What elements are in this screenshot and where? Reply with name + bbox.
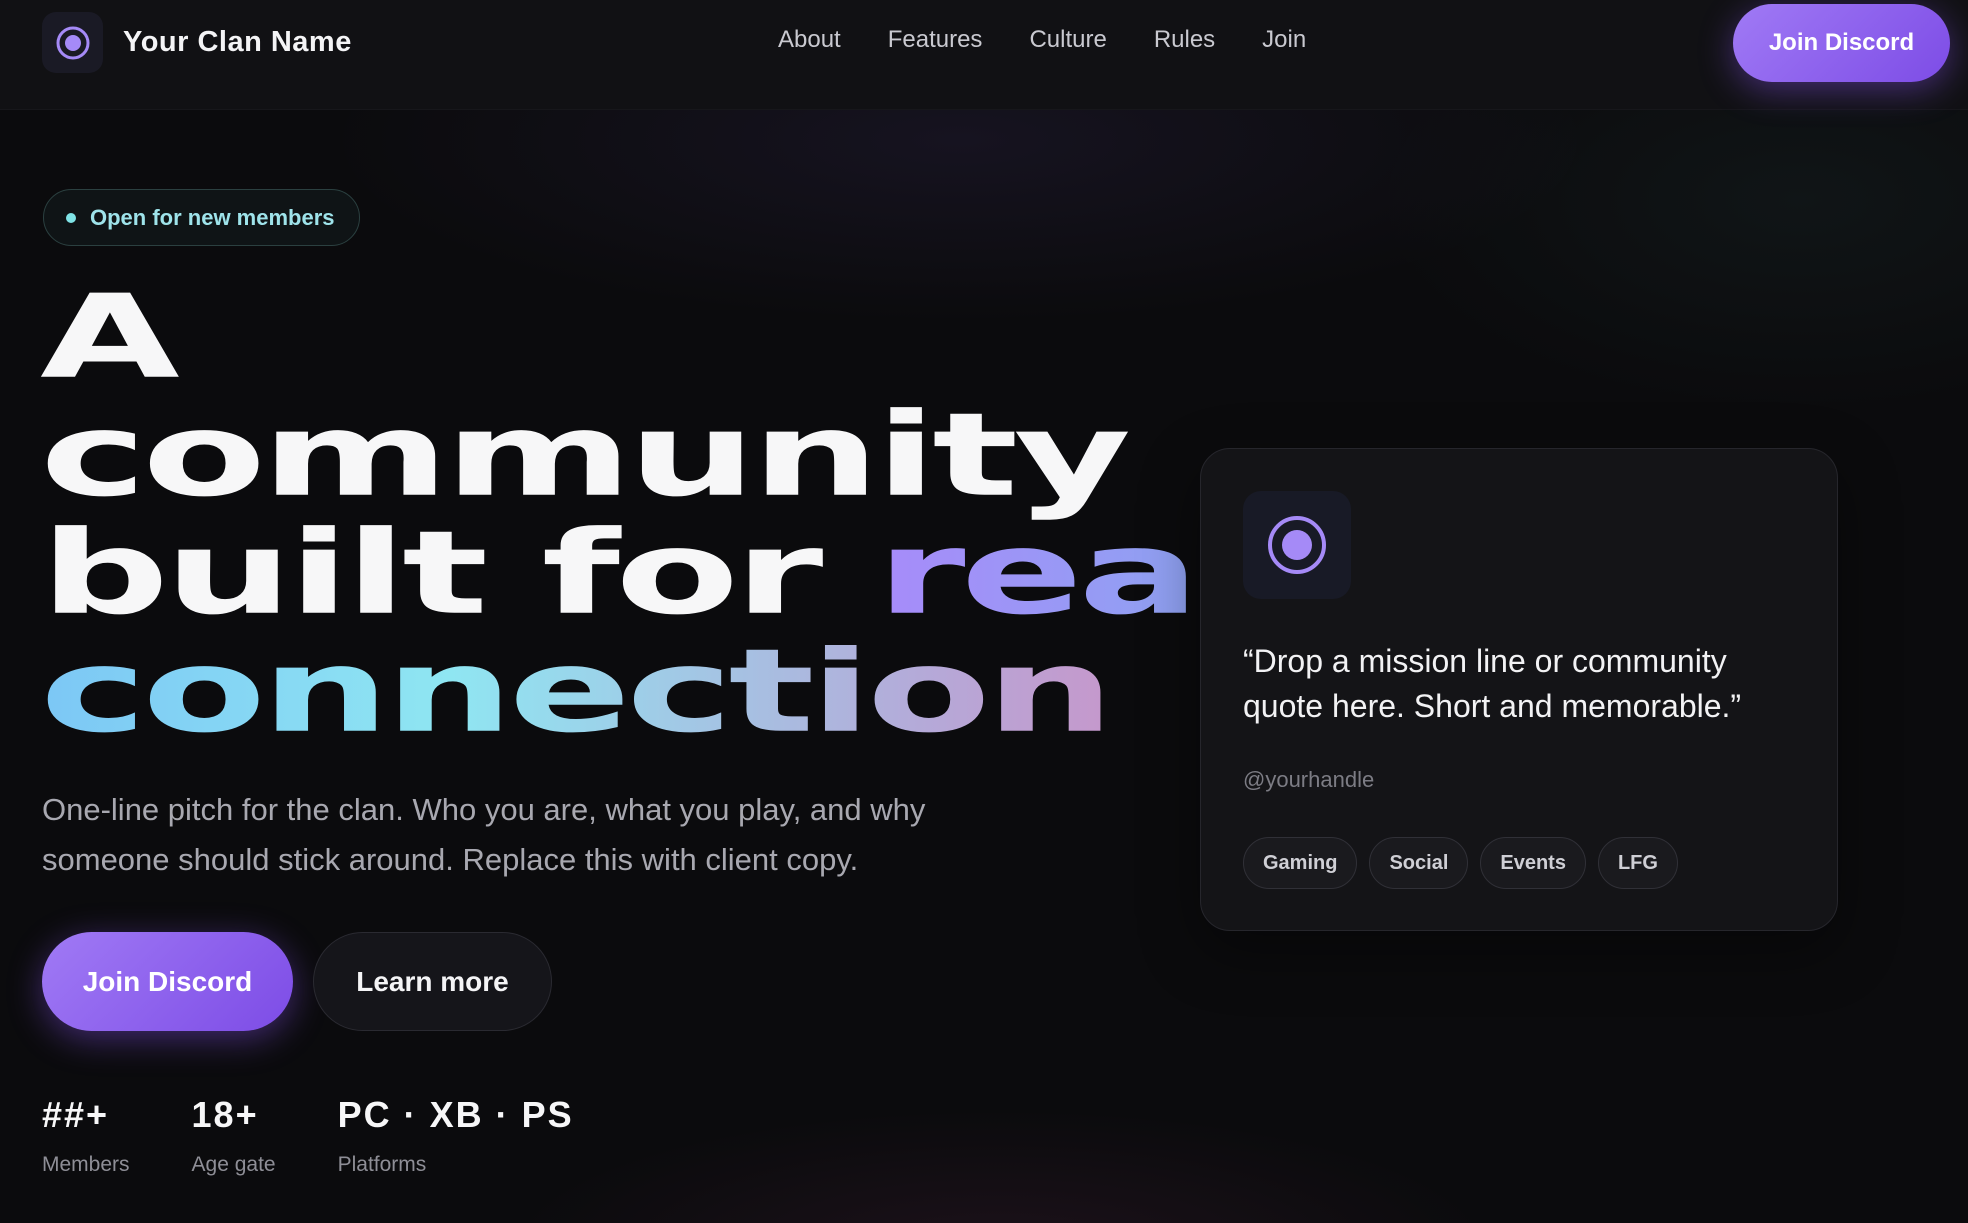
headline-accent-real: real bbox=[876, 505, 1257, 641]
site-header: Your Clan Name About Features Culture Ru… bbox=[0, 0, 1968, 110]
stat-label: Members bbox=[42, 1153, 130, 1176]
stat-age-gate: 18+ Age gate bbox=[192, 1093, 276, 1177]
stat-value: ##+ bbox=[42, 1094, 110, 1135]
stat-members: ##+ Members bbox=[42, 1093, 130, 1177]
stat-value: 18+ bbox=[191, 1094, 259, 1135]
nav-join[interactable]: Join bbox=[1262, 26, 1306, 54]
card-handle: @yourhandle bbox=[1243, 767, 1375, 792]
hero-pitch: One-line pitch for the clan. Who you are… bbox=[42, 792, 926, 877]
card-quote: “Drop a mission line or community quote … bbox=[1243, 643, 1742, 724]
stat-label: Platforms bbox=[337, 1153, 427, 1176]
nav-features[interactable]: Features bbox=[888, 26, 983, 54]
stat-platforms: PC · XB · PS Platforms bbox=[338, 1093, 574, 1177]
tag-lfg: LFG bbox=[1597, 837, 1678, 889]
tag-events: Events bbox=[1480, 837, 1586, 889]
nav-culture[interactable]: Culture bbox=[1029, 26, 1106, 54]
quote-card: “Drop a mission line or community quote … bbox=[1200, 448, 1838, 931]
brand-name: Your Clan Name bbox=[123, 26, 352, 58]
tag-gaming: Gaming bbox=[1243, 837, 1358, 889]
tag-list: Gaming Social Events LFG bbox=[1243, 837, 1678, 889]
header-join-discord-button[interactable]: Join Discord bbox=[1733, 4, 1950, 82]
main-nav: About Features Culture Rules Join bbox=[778, 26, 1306, 54]
brand-logo-icon bbox=[42, 12, 103, 73]
hero-headline: A community built for real connection bbox=[40, 278, 1257, 750]
learn-more-button[interactable]: Learn more bbox=[313, 932, 552, 1031]
status-badge-text: Open for new members bbox=[90, 204, 335, 230]
brand[interactable]: Your Clan Name bbox=[42, 12, 352, 73]
stat-label: Age gate bbox=[191, 1153, 276, 1176]
status-dot-icon bbox=[66, 212, 76, 223]
card-target-icon bbox=[1243, 491, 1351, 599]
headline-plain: built for bbox=[40, 505, 877, 641]
headline-line-1: A bbox=[40, 269, 180, 405]
tag-social: Social bbox=[1369, 837, 1469, 889]
nav-rules[interactable]: Rules bbox=[1154, 26, 1215, 54]
nav-about[interactable]: About bbox=[778, 26, 841, 54]
status-badge: Open for new members bbox=[43, 189, 360, 246]
stats-row: ##+ Members 18+ Age gate PC · XB · PS Pl… bbox=[42, 1093, 636, 1177]
page: Your Clan Name About Features Culture Ru… bbox=[0, 0, 1968, 1223]
hero-join-discord-button[interactable]: Join Discord bbox=[42, 932, 293, 1031]
stat-value: PC · XB · PS bbox=[337, 1094, 574, 1135]
